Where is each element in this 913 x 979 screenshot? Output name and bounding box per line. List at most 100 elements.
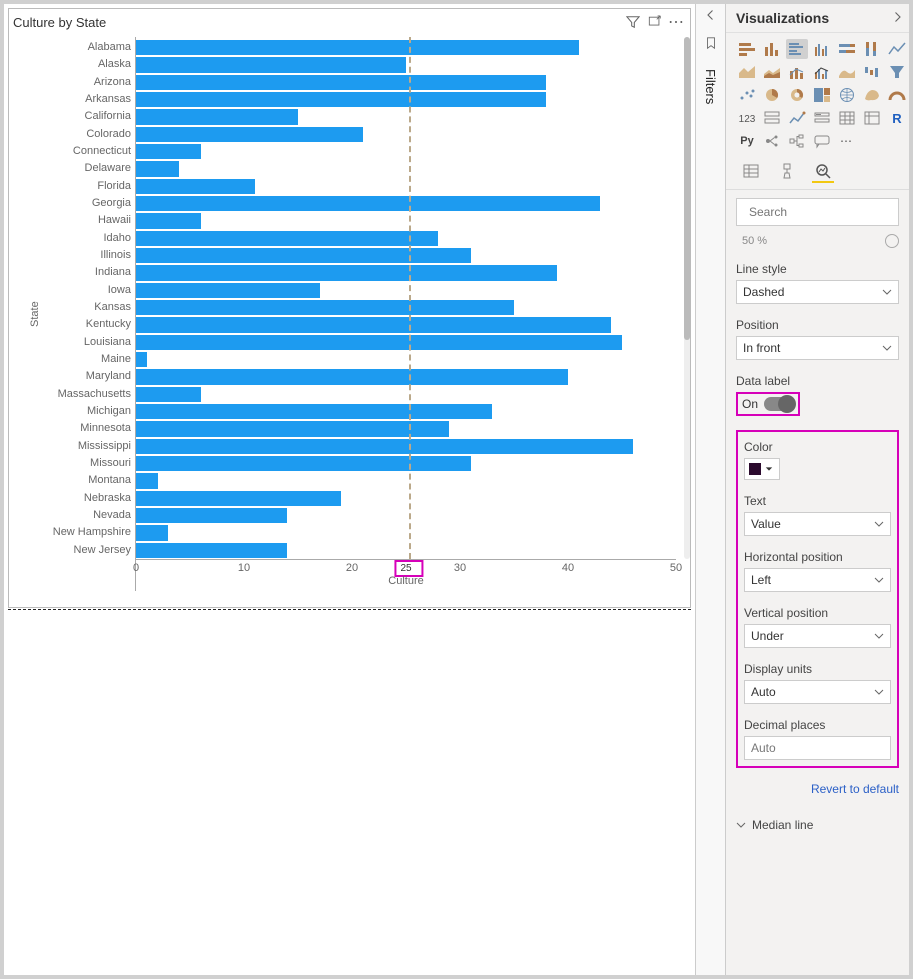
bar[interactable] bbox=[136, 179, 255, 194]
bookmark-icon[interactable] bbox=[704, 36, 718, 55]
bar[interactable] bbox=[136, 300, 514, 315]
clustered-column-icon[interactable] bbox=[811, 39, 833, 59]
data-label-toggle[interactable] bbox=[764, 397, 794, 411]
qa-visual-icon[interactable] bbox=[811, 131, 833, 151]
color-picker[interactable] bbox=[744, 458, 780, 480]
gauge-icon[interactable] bbox=[886, 85, 908, 105]
bar[interactable] bbox=[136, 144, 201, 159]
clustered-bar-icon[interactable] bbox=[786, 39, 808, 59]
bar[interactable] bbox=[136, 508, 287, 523]
bar[interactable] bbox=[136, 543, 287, 558]
chevron-left-icon[interactable] bbox=[705, 8, 717, 26]
bar[interactable] bbox=[136, 317, 611, 332]
bar[interactable] bbox=[136, 127, 363, 142]
slicer-icon[interactable] bbox=[811, 108, 833, 128]
bar[interactable] bbox=[136, 213, 201, 228]
bar[interactable] bbox=[136, 525, 168, 540]
funnel-icon[interactable] bbox=[886, 62, 908, 82]
bar-row bbox=[136, 160, 676, 177]
table-icon[interactable] bbox=[836, 108, 858, 128]
chevron-down-icon bbox=[874, 519, 884, 529]
bar[interactable] bbox=[136, 404, 492, 419]
scrollbar-thumb[interactable] bbox=[684, 37, 690, 340]
format-tab-icon[interactable] bbox=[776, 161, 798, 183]
visual-card[interactable]: Culture by State ⋯ State AlabamaAlaskaAr… bbox=[8, 8, 691, 608]
text-select[interactable]: Value bbox=[744, 512, 891, 536]
color-label: Color bbox=[744, 440, 891, 454]
bar[interactable] bbox=[136, 473, 158, 488]
bar[interactable] bbox=[136, 387, 201, 402]
y-axis-tick-label: New Jersey bbox=[43, 542, 135, 559]
median-line-section[interactable]: Median line bbox=[736, 812, 899, 838]
more-options-icon[interactable]: ⋯ bbox=[668, 13, 686, 31]
area-chart-icon[interactable] bbox=[736, 62, 758, 82]
bar[interactable] bbox=[136, 231, 438, 246]
line-stacked-column-icon[interactable] bbox=[786, 62, 808, 82]
analytics-tab-icon[interactable] bbox=[812, 161, 834, 183]
line-chart-icon[interactable] bbox=[886, 39, 908, 59]
line-clustered-column-icon[interactable] bbox=[811, 62, 833, 82]
stacked-area-icon[interactable] bbox=[761, 62, 783, 82]
stacked-bar-100-icon[interactable] bbox=[836, 39, 858, 59]
bar[interactable] bbox=[136, 57, 406, 72]
bar[interactable] bbox=[136, 109, 298, 124]
stacked-column-100-icon[interactable] bbox=[861, 39, 883, 59]
bar[interactable] bbox=[136, 92, 546, 107]
y-axis-tick-label: Mississippi bbox=[43, 438, 135, 455]
bar[interactable] bbox=[136, 439, 633, 454]
y-axis-tick-label: Montana bbox=[43, 472, 135, 489]
bar[interactable] bbox=[136, 265, 557, 280]
bar[interactable] bbox=[136, 161, 179, 176]
hpos-select[interactable]: Left bbox=[744, 568, 891, 592]
filled-map-icon[interactable] bbox=[861, 85, 883, 105]
stacked-bar-icon[interactable] bbox=[736, 39, 758, 59]
pie-icon[interactable] bbox=[761, 85, 783, 105]
bar[interactable] bbox=[136, 456, 471, 471]
bar[interactable] bbox=[136, 491, 341, 506]
bar-row bbox=[136, 39, 676, 56]
focus-mode-icon[interactable] bbox=[646, 13, 664, 31]
multi-row-card-icon[interactable] bbox=[761, 108, 783, 128]
donut-icon[interactable] bbox=[786, 85, 808, 105]
map-icon[interactable] bbox=[836, 85, 858, 105]
scatter-icon[interactable] bbox=[736, 85, 758, 105]
treemap-icon[interactable] bbox=[811, 85, 833, 105]
report-canvas[interactable]: Culture by State ⋯ State AlabamaAlaskaAr… bbox=[4, 4, 695, 975]
vpos-select[interactable]: Under bbox=[744, 624, 891, 648]
reset-icon[interactable] bbox=[885, 234, 899, 248]
bar[interactable] bbox=[136, 421, 449, 436]
chart-scrollbar[interactable] bbox=[684, 37, 690, 559]
stacked-column-icon[interactable] bbox=[761, 39, 783, 59]
bar[interactable] bbox=[136, 75, 546, 90]
waterfall-icon[interactable] bbox=[861, 62, 883, 82]
bar[interactable] bbox=[136, 40, 579, 55]
bar[interactable] bbox=[136, 283, 320, 298]
bar-row bbox=[136, 542, 676, 559]
r-visual-icon[interactable]: R bbox=[886, 108, 908, 128]
revert-to-default-link[interactable]: Revert to default bbox=[736, 782, 899, 796]
chevron-right-icon[interactable] bbox=[891, 11, 903, 26]
key-influencers-icon[interactable] bbox=[761, 131, 783, 151]
more-visuals-icon[interactable]: ⋯ bbox=[836, 131, 858, 151]
ribbon-chart-icon[interactable] bbox=[836, 62, 858, 82]
filters-rail[interactable]: Filters bbox=[695, 4, 725, 975]
decomposition-tree-icon[interactable] bbox=[786, 131, 808, 151]
py-visual-icon[interactable]: Py bbox=[736, 131, 758, 151]
filter-icon[interactable] bbox=[624, 13, 642, 31]
line-style-select[interactable]: Dashed bbox=[736, 280, 899, 304]
bar[interactable] bbox=[136, 248, 471, 263]
display-units-select[interactable]: Auto bbox=[744, 680, 891, 704]
matrix-icon[interactable] bbox=[861, 108, 883, 128]
card-icon[interactable]: 123 bbox=[736, 108, 758, 128]
fields-tab-icon[interactable] bbox=[740, 161, 762, 183]
search-field[interactable] bbox=[749, 205, 904, 219]
bar[interactable] bbox=[136, 369, 568, 384]
kpi-icon[interactable] bbox=[786, 108, 808, 128]
filters-label[interactable]: Filters bbox=[703, 69, 718, 104]
decimal-places-input[interactable]: Auto bbox=[744, 736, 891, 760]
position-select[interactable]: In front bbox=[736, 336, 899, 360]
bar[interactable] bbox=[136, 335, 622, 350]
search-input[interactable] bbox=[736, 198, 899, 226]
bar[interactable] bbox=[136, 196, 600, 211]
bar[interactable] bbox=[136, 352, 147, 367]
